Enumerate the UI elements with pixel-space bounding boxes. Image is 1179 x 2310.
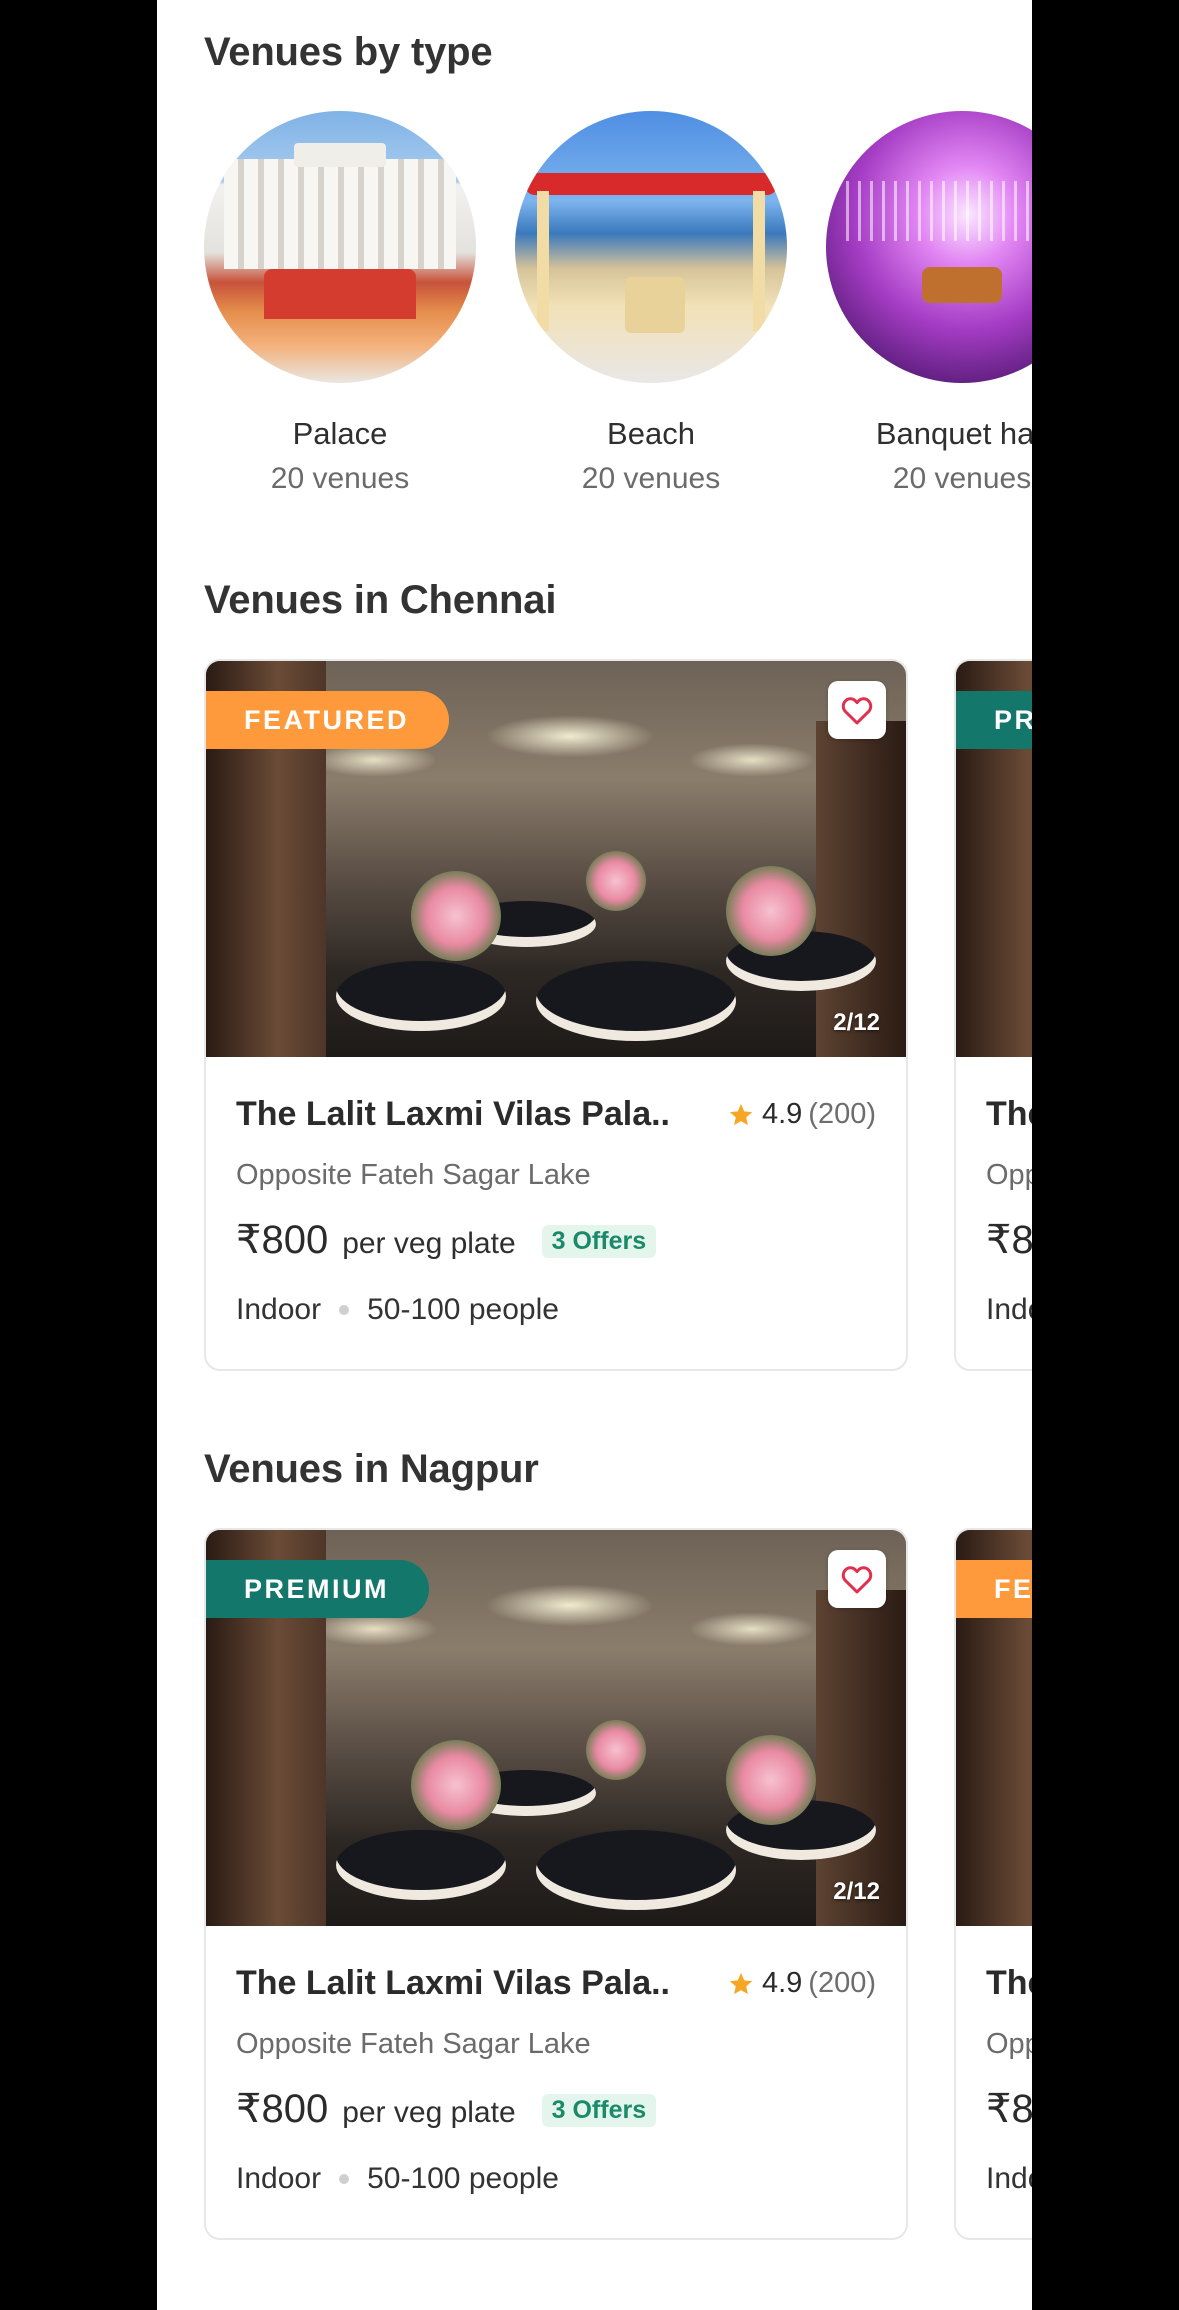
venue-price: ₹800 (986, 1218, 1032, 1262)
favorite-button[interactable] (828, 681, 886, 739)
photo-counter: 2/12 (833, 1878, 880, 1905)
venue-setting: Indoor (236, 1293, 322, 1326)
price-unit: per veg plate (342, 2096, 516, 2129)
venue-type-palace[interactable]: Palace 20 venues (204, 111, 476, 496)
banquet-hall-image (826, 111, 1032, 383)
price-row: ₹800 per veg plate 3 Offers (236, 1217, 657, 1263)
venue-address: Opposite Fateh Sagar Lake (986, 1159, 1032, 1191)
palace-image (204, 111, 476, 383)
venues-in-nagpur-title: Venues in Nagpur (204, 1447, 539, 1491)
app-screen: Venues by type Palace 20 venues Beach 20… (157, 0, 1032, 2310)
rating-value: 4.9 (761, 1967, 803, 1999)
venue-photo[interactable]: PREMIUM (956, 661, 1032, 1057)
offers-badge[interactable]: 3 Offers (541, 1225, 657, 1258)
beach-image (515, 111, 787, 383)
venue-photo[interactable]: FEATURED (956, 1530, 1032, 1926)
star-icon (729, 1972, 753, 1994)
heart-outline-icon (841, 1566, 873, 1594)
venue-photo[interactable]: PREMIUM 2/12 (206, 1530, 906, 1926)
venue-name: The Lalit Laxmi Vilas Pala.. (986, 1964, 1032, 2002)
offers-badge[interactable]: 3 Offers (541, 2094, 657, 2127)
venue-price: ₹800 (236, 1218, 329, 1262)
heart-outline-icon (841, 697, 873, 725)
venue-type-label: Beach (607, 416, 695, 451)
price-unit: per veg plate (342, 1227, 516, 1260)
separator-dot (339, 1305, 350, 1315)
venue-setting: Indoor (986, 1293, 1032, 1326)
venues-by-type-title: Venues by type (204, 30, 493, 74)
venue-type-count: 20 venues (892, 462, 1032, 495)
star-icon (729, 1103, 753, 1125)
venue-setting: Indoor (236, 2162, 322, 2195)
premium-badge: PREMIUM (206, 1560, 429, 1618)
venue-type-count: 20 venues (581, 462, 721, 495)
venue-capacity: 50-100 people (367, 1293, 559, 1326)
price-row: ₹800 per veg plate 3 Offers (236, 2086, 657, 2132)
venue-meta: Indoor (986, 1293, 1032, 1327)
venue-card[interactable]: PREMIUM 2/12 The Lalit Laxmi Vilas Pala.… (204, 1528, 908, 2240)
separator-dot (339, 2174, 350, 2184)
venue-type-banquet-hall[interactable]: Banquet hall 20 venues (826, 111, 1032, 496)
venue-photo[interactable]: FEATURED 2/12 (206, 661, 906, 1057)
featured-badge: FEATURED (956, 1560, 1032, 1618)
venue-meta: Indoor 50-100 people (236, 2162, 559, 2196)
venue-name: The Lalit Laxmi Vilas Pala.. (236, 1964, 670, 2002)
venue-price: ₹800 (236, 2087, 329, 2131)
venue-meta: Indoor (986, 2162, 1032, 2196)
venue-type-label: Banquet hall (875, 416, 1032, 451)
venue-card[interactable]: PREMIUM The Lalit Laxmi Vilas Pala.. Opp… (954, 659, 1032, 1371)
venue-type-label: Palace (292, 416, 388, 451)
venue-type-beach[interactable]: Beach 20 venues (515, 111, 787, 496)
review-count: (200) (808, 1967, 876, 1999)
venues-in-chennai-title: Venues in Chennai (204, 578, 557, 622)
venue-card[interactable]: FEATURED 2/12 The Lalit Laxmi Vilas Pala… (204, 659, 908, 1371)
venue-name: The Lalit Laxmi Vilas Pala.. (236, 1095, 670, 1133)
venue-address: Opposite Fateh Sagar Lake (236, 1159, 591, 1191)
venue-address: Opposite Fateh Sagar Lake (236, 2028, 591, 2060)
venue-meta: Indoor 50-100 people (236, 1293, 559, 1327)
venue-type-count: 20 venues (270, 462, 410, 495)
venue-card[interactable]: FEATURED The Lalit Laxmi Vilas Pala.. Op… (954, 1528, 1032, 2240)
featured-badge: FEATURED (206, 691, 449, 749)
photo-counter: 2/12 (833, 1009, 880, 1036)
venue-rating: 4.9 (200) (728, 1098, 876, 1131)
venue-price: ₹800 (986, 2087, 1032, 2131)
venue-address: Opposite Fateh Sagar Lake (986, 2028, 1032, 2060)
favorite-button[interactable] (828, 1550, 886, 1608)
premium-badge: PREMIUM (956, 691, 1032, 749)
price-row: ₹800 (986, 2086, 1032, 2132)
price-row: ₹800 (986, 1217, 1032, 1263)
review-count: (200) (808, 1098, 876, 1130)
venue-setting: Indoor (986, 2162, 1032, 2195)
venue-name: The Lalit Laxmi Vilas Pala.. (986, 1095, 1032, 1133)
venue-rating: 4.9 (200) (728, 1967, 876, 2000)
venue-capacity: 50-100 people (367, 2162, 559, 2195)
rating-value: 4.9 (761, 1098, 803, 1130)
